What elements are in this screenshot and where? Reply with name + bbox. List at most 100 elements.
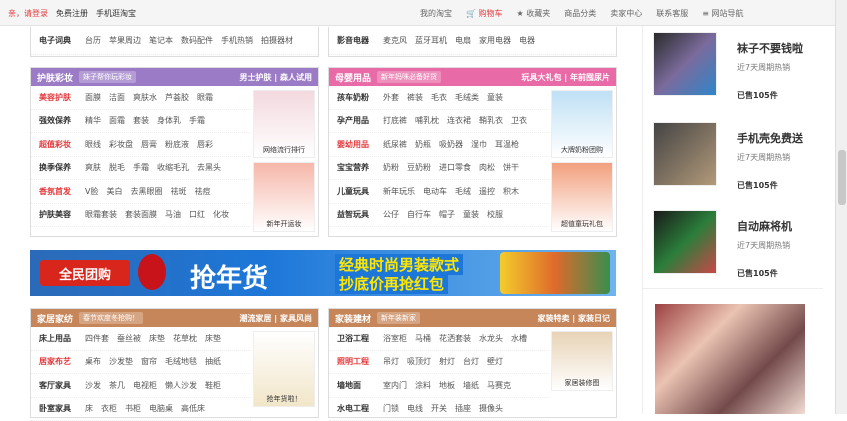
row-item[interactable]: 台灯 — [463, 356, 479, 367]
beauty-ext[interactable]: 男士护肤 | 森人试用 — [240, 72, 313, 83]
row-item[interactable]: 化妆 — [213, 209, 229, 220]
row-cat[interactable]: 宝宝营养 — [337, 162, 375, 173]
row-cat[interactable]: 强效保养 — [39, 115, 77, 126]
row-item[interactable]: 彩妆盘 — [109, 139, 133, 150]
row-item[interactable]: 马油 — [165, 209, 181, 220]
row-item[interactable]: 苹果周边 — [109, 35, 141, 46]
row-item[interactable]: 插座 — [455, 403, 471, 414]
row-cat[interactable]: 客厅家具 — [39, 380, 77, 391]
row-item[interactable]: 芦荟胶 — [165, 92, 189, 103]
row-item[interactable]: 拍摄器材 — [261, 35, 293, 46]
row-item[interactable]: 毛绒地毯 — [165, 356, 197, 367]
row-item[interactable]: 电视柜 — [133, 380, 157, 391]
row-cat[interactable]: 婴幼用品 — [337, 139, 375, 150]
row-item[interactable]: 去黑眼圈 — [130, 186, 162, 197]
home-ext[interactable]: 潮流家居 | 家具风尚 — [240, 313, 313, 324]
row-item[interactable]: 美白 — [106, 186, 122, 197]
row-item[interactable]: 积木 — [503, 186, 519, 197]
row-item[interactable]: 卫衣 — [511, 115, 527, 126]
row-cat[interactable]: 香氛首发 — [39, 186, 77, 197]
row-item[interactable]: 粉底液 — [165, 139, 189, 150]
row-item[interactable]: 爽肤水 — [133, 92, 157, 103]
service-link[interactable]: 联系客服 — [656, 8, 688, 19]
row-item[interactable]: 自行车 — [407, 209, 431, 220]
row-cat[interactable]: 超值彩妆 — [39, 139, 77, 150]
row-item[interactable]: 祛痘 — [194, 186, 210, 197]
row-cat[interactable]: 孕产用品 — [337, 115, 375, 126]
row-item[interactable]: 遥控 — [479, 186, 495, 197]
row-item[interactable]: 沙发垫 — [109, 356, 133, 367]
side-item[interactable]: 袜子不要钱啦 近7天周期热销 已售105件 — [653, 32, 821, 102]
row-item[interactable]: 懒人沙发 — [165, 380, 197, 391]
row-cat[interactable]: 儿童玩具 — [337, 186, 375, 197]
row-item[interactable]: 脱毛 — [109, 162, 125, 173]
row-item[interactable]: 饼干 — [503, 162, 519, 173]
row-item[interactable]: 墙纸 — [463, 380, 479, 391]
scrollbar[interactable] — [835, 0, 847, 414]
login-link[interactable]: 亲，请登录 — [8, 8, 48, 19]
row-item[interactable]: 马桶 — [415, 333, 431, 344]
fav-link[interactable]: ★ 收藏夹 — [517, 8, 551, 19]
side-item[interactable]: 手机壳免费送 近7天周期热销 已售105件 — [653, 122, 821, 192]
row-item[interactable]: 豆奶粉 — [407, 162, 431, 173]
promo-banner[interactable]: 全民团购 抢年货 经典时尚男装款式 抄底价再抢红包 — [30, 250, 616, 296]
row-item[interactable]: 花洒套装 — [439, 333, 471, 344]
build-ext[interactable]: 家装特卖 | 家装日记 — [538, 313, 611, 324]
row-item[interactable]: 眼霜套装 — [85, 209, 117, 220]
row-item[interactable]: 面霜 — [109, 115, 125, 126]
row-item[interactable]: 裤装 — [407, 92, 423, 103]
row-item[interactable]: 沙发 — [85, 380, 101, 391]
beauty-badge[interactable]: 妹子帮你玩彩妆 — [79, 71, 136, 83]
sitemap-link[interactable]: ≡ 网站导航 — [702, 8, 743, 19]
row-item[interactable]: 开关 — [431, 403, 447, 414]
row-item[interactable]: 湿巾 — [471, 139, 487, 150]
row-item[interactable]: 校服 — [487, 209, 503, 220]
row-item[interactable]: 家用电器 — [479, 35, 511, 46]
seller-link[interactable]: 卖家中心 — [610, 8, 642, 19]
row-item[interactable]: 唇膏 — [141, 139, 157, 150]
row-item[interactable]: 外套 — [383, 92, 399, 103]
scrollbar-thumb[interactable] — [838, 150, 846, 205]
row-item[interactable]: 马赛克 — [487, 380, 511, 391]
row-item[interactable]: 窗帘 — [141, 356, 157, 367]
row-cat[interactable]: 益智玩具 — [337, 209, 375, 220]
side-product-grid[interactable] — [655, 304, 805, 414]
row-item[interactable]: 麦克风 — [383, 35, 407, 46]
row-item[interactable]: 蓝牙耳机 — [415, 35, 447, 46]
row-item[interactable]: 吸奶器 — [439, 139, 463, 150]
row-item[interactable]: 床垫 — [205, 333, 221, 344]
row-item[interactable]: 毛绒 — [455, 186, 471, 197]
row-item[interactable]: 去黑头 — [197, 162, 221, 173]
row-item[interactable]: 毛绒类 — [455, 92, 479, 103]
row-cat[interactable]: 卧室家具 — [39, 403, 77, 414]
row-item[interactable]: 花草枕 — [173, 333, 197, 344]
row-item[interactable]: 鞋柜 — [205, 380, 221, 391]
build-promo-image[interactable]: 家居装修图 — [551, 331, 613, 391]
row-item[interactable]: 鞘乳衣 — [479, 115, 503, 126]
row-item[interactable]: 四件套 — [85, 333, 109, 344]
row-cat[interactable]: 照明工程 — [337, 356, 375, 367]
baby-title[interactable]: 母婴用品 — [335, 71, 371, 84]
row-item[interactable]: 童装 — [487, 92, 503, 103]
row-item[interactable]: 纸尿裤 — [383, 139, 407, 150]
row-item[interactable]: 打底裤 — [383, 115, 407, 126]
row-item[interactable]: 耳温枪 — [495, 139, 519, 150]
row-item[interactable]: 哺乳枕 — [415, 115, 439, 126]
row-cat[interactable]: 电子词典 — [39, 35, 77, 46]
row-cat[interactable]: 床上用品 — [39, 333, 77, 344]
row-item[interactable]: 电线 — [407, 403, 423, 414]
row-item[interactable]: 身体乳 — [157, 115, 181, 126]
row-item[interactable]: 床垫 — [149, 333, 165, 344]
row-item[interactable]: 洁面 — [109, 92, 125, 103]
row-cat[interactable]: 墙地面 — [337, 380, 375, 391]
row-item[interactable]: 眼霜 — [197, 92, 213, 103]
beauty-promo-image[interactable]: 网络流行排行 — [253, 90, 315, 158]
row-item[interactable]: 衣柜 — [101, 403, 117, 414]
row-item[interactable]: 手霜 — [189, 115, 205, 126]
row-item[interactable]: 桌布 — [85, 356, 101, 367]
row-item[interactable]: 数码配件 — [181, 35, 213, 46]
row-item[interactable]: 奶粉 — [383, 162, 399, 173]
row-item[interactable]: 涂料 — [415, 380, 431, 391]
row-cat[interactable]: 护肤美容 — [39, 209, 77, 220]
row-item[interactable]: 地板 — [439, 380, 455, 391]
